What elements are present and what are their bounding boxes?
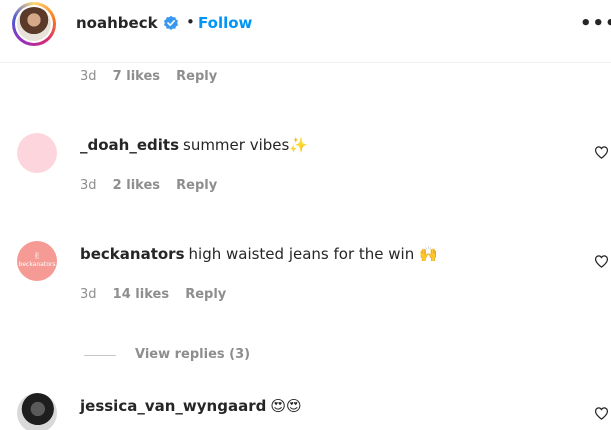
- post-comments-panel: noahbeck • Follow ••• 3d 7 likes Reply _…: [0, 0, 611, 430]
- heart-outline-icon[interactable]: [594, 406, 609, 421]
- avatar-logo-text: beckanators: [18, 261, 56, 268]
- heart-outline-icon[interactable]: [594, 145, 609, 160]
- avatar[interactable]: [17, 133, 57, 173]
- avatar-logo-icon: ✌: [33, 252, 41, 262]
- header-separator: •: [186, 13, 195, 31]
- view-replies-divider: [84, 355, 116, 356]
- avatar[interactable]: [17, 393, 57, 430]
- reply-button[interactable]: Reply: [176, 69, 217, 84]
- comment-meta: 3d 2 likes Reply: [80, 178, 217, 193]
- comment-text: summer vibes✨: [183, 136, 308, 154]
- post-author-username[interactable]: noahbeck: [76, 14, 158, 32]
- comment-likes[interactable]: 7 likes: [113, 69, 160, 84]
- comment-text: high waisted jeans for the win 🙌: [188, 245, 438, 263]
- avatar[interactable]: ✌ beckanators: [17, 241, 57, 281]
- comment-body: beckanators high waisted jeans for the wi…: [80, 245, 438, 263]
- comment-likes[interactable]: 14 likes: [113, 287, 169, 302]
- follow-button[interactable]: Follow: [198, 14, 252, 32]
- verified-badge-icon: [164, 15, 178, 30]
- comment-time[interactable]: 3d: [80, 69, 97, 84]
- more-options-icon[interactable]: •••: [580, 13, 611, 34]
- comment-username[interactable]: beckanators: [80, 245, 185, 263]
- comment-time[interactable]: 3d: [80, 287, 97, 302]
- view-replies-button[interactable]: View replies (3): [135, 347, 250, 362]
- comment-username[interactable]: _doah_edits: [80, 136, 179, 154]
- heart-outline-icon[interactable]: [594, 254, 609, 269]
- comment-likes[interactable]: 2 likes: [113, 178, 160, 193]
- profile-avatar[interactable]: [12, 2, 56, 46]
- post-header: noahbeck • Follow •••: [0, 0, 611, 63]
- profile-photo: [17, 7, 51, 41]
- comment-body: jessica_van_wyngaard 😍😍: [80, 397, 302, 415]
- comment-body: _doah_edits summer vibes✨: [80, 136, 308, 154]
- comment-username[interactable]: jessica_van_wyngaard: [80, 397, 266, 415]
- reply-button[interactable]: Reply: [176, 178, 217, 193]
- comment-text: 😍😍: [270, 397, 302, 415]
- comment-meta: 3d 14 likes Reply: [80, 287, 226, 302]
- comment-time[interactable]: 3d: [80, 178, 97, 193]
- comment-meta: 3d 7 likes Reply: [80, 69, 217, 84]
- reply-button[interactable]: Reply: [185, 287, 226, 302]
